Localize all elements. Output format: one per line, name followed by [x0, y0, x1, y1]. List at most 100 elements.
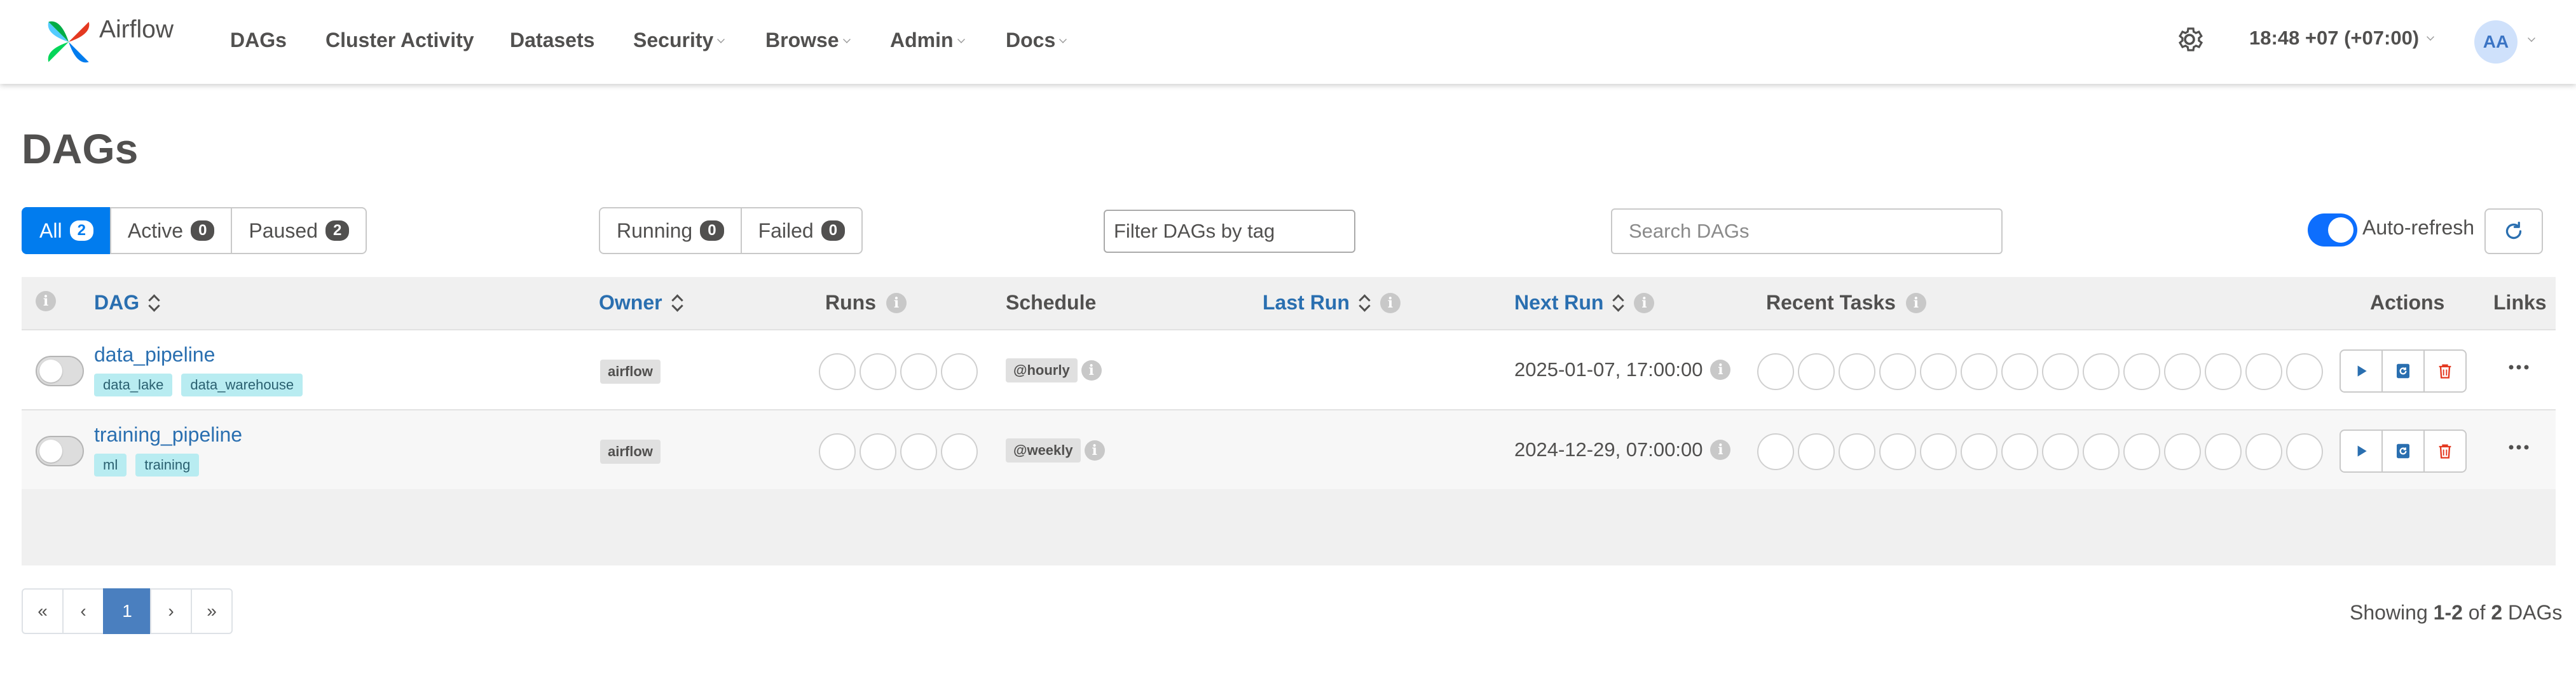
- dag-tag[interactable]: training: [135, 454, 200, 477]
- task-state-circle[interactable]: [2164, 433, 2201, 470]
- schedule-cell: @weekly i: [1006, 438, 1105, 463]
- info-icon[interactable]: i: [1634, 292, 1655, 313]
- links-menu-button[interactable]: [2506, 361, 2531, 377]
- task-state-circle[interactable]: [2245, 433, 2282, 470]
- search-input[interactable]: Search DAGs: [1611, 208, 2003, 254]
- dag-id-link[interactable]: data_pipeline: [94, 343, 215, 367]
- chevron-down-icon[interactable]: [2528, 34, 2535, 42]
- trigger-dag-button[interactable]: [2340, 349, 2383, 393]
- pause-toggle[interactable]: [36, 356, 84, 386]
- row-actions: [2340, 349, 2467, 393]
- task-state-circle[interactable]: [2164, 353, 2201, 390]
- task-state-circle[interactable]: [2083, 433, 2120, 470]
- task-state-circle[interactable]: [2042, 433, 2079, 470]
- nav-admin[interactable]: Admin: [890, 27, 965, 53]
- refresh-dag-button[interactable]: [2381, 349, 2425, 393]
- filter-running-button[interactable]: Running 0: [599, 207, 742, 254]
- column-dag[interactable]: DAG: [94, 291, 160, 314]
- task-state-circle[interactable]: [1920, 433, 1957, 470]
- current-page-button[interactable]: 1: [103, 588, 151, 634]
- schedule-badge[interactable]: @weekly: [1006, 438, 1081, 463]
- info-icon[interactable]: i: [36, 291, 56, 311]
- filter-active-button[interactable]: Active 0: [109, 207, 233, 254]
- dag-id-link[interactable]: training_pipeline: [94, 423, 242, 447]
- task-state-circle[interactable]: [1839, 433, 1875, 470]
- filter-failed-button[interactable]: Failed 0: [740, 207, 863, 254]
- prev-page-button[interactable]: ‹: [62, 588, 104, 634]
- task-state-circle[interactable]: [2001, 353, 2038, 390]
- run-state-circle[interactable]: [941, 433, 978, 470]
- task-state-circle[interactable]: [1757, 433, 1794, 470]
- info-icon[interactable]: i: [1380, 292, 1401, 313]
- pause-toggle[interactable]: [36, 436, 84, 466]
- task-state-circle[interactable]: [1879, 353, 1916, 390]
- task-state-circle[interactable]: [2042, 353, 2079, 390]
- refresh-dag-button[interactable]: [2381, 429, 2425, 473]
- task-state-circle[interactable]: [1961, 433, 1997, 470]
- run-state-circle[interactable]: [900, 353, 937, 390]
- task-state-circle[interactable]: [2205, 433, 2242, 470]
- sort-icon: [148, 292, 160, 314]
- task-state-circle[interactable]: [2123, 353, 2160, 390]
- brand-home-link[interactable]: Airflow: [41, 10, 174, 74]
- nav-dags[interactable]: DAGs: [230, 27, 287, 53]
- task-state-circle[interactable]: [1961, 353, 1997, 390]
- run-state-circle[interactable]: [900, 433, 937, 470]
- task-state-circle[interactable]: [2001, 433, 2038, 470]
- gear-icon[interactable]: [2174, 24, 2205, 55]
- column-runs-label: Runs: [825, 291, 876, 314]
- task-state-circle[interactable]: [1839, 353, 1875, 390]
- user-avatar[interactable]: AA: [2474, 20, 2518, 64]
- task-state-circle[interactable]: [1920, 353, 1957, 390]
- run-state-circle[interactable]: [941, 353, 978, 390]
- last-page-button[interactable]: »: [191, 588, 233, 634]
- nav-docs[interactable]: Docs: [1006, 27, 1067, 53]
- info-icon[interactable]: i: [1084, 440, 1105, 461]
- column-owner[interactable]: Owner: [599, 291, 683, 314]
- column-next-run[interactable]: Next Run i: [1514, 291, 1655, 314]
- run-state-circle[interactable]: [860, 353, 896, 390]
- nav-datasets[interactable]: Datasets: [510, 27, 594, 53]
- links-menu-button[interactable]: [2506, 441, 2531, 457]
- nav-security[interactable]: Security: [633, 27, 725, 53]
- delete-dag-button[interactable]: [2423, 349, 2467, 393]
- schedule-badge[interactable]: @hourly: [1006, 358, 1078, 382]
- dag-tag[interactable]: ml: [94, 454, 127, 477]
- timezone-clock[interactable]: 18:48 +07 (+07:00): [2249, 27, 2435, 50]
- task-state-circle[interactable]: [2123, 433, 2160, 470]
- task-state-circle[interactable]: [2083, 353, 2120, 390]
- filter-paused-button[interactable]: Paused 2: [231, 207, 367, 254]
- task-state-circle[interactable]: [1757, 353, 1794, 390]
- task-state-circle[interactable]: [2286, 353, 2323, 390]
- filter-all-button[interactable]: All 2: [22, 207, 111, 254]
- info-icon[interactable]: i: [1081, 360, 1102, 381]
- run-state-circle[interactable]: [819, 433, 856, 470]
- column-last-run[interactable]: Last Run i: [1263, 291, 1401, 314]
- run-state-circle[interactable]: [819, 353, 856, 390]
- auto-refresh-toggle[interactable]: [2308, 213, 2357, 247]
- search-placeholder: Search DAGs: [1629, 220, 1750, 242]
- task-state-circle[interactable]: [1798, 433, 1835, 470]
- first-page-button[interactable]: «: [22, 588, 64, 634]
- dag-tag[interactable]: data_warehouse: [181, 374, 303, 396]
- dag-tag[interactable]: data_lake: [94, 374, 173, 396]
- task-state-circle[interactable]: [1798, 353, 1835, 390]
- nav-cluster-activity[interactable]: Cluster Activity: [325, 27, 474, 53]
- owner-badge[interactable]: airflow: [600, 440, 661, 464]
- info-icon[interactable]: i: [1710, 360, 1731, 380]
- task-state-circle[interactable]: [2286, 433, 2323, 470]
- tag-filter-input[interactable]: Filter DAGs by tag: [1104, 210, 1355, 253]
- task-state-circle[interactable]: [2245, 353, 2282, 390]
- task-state-circle[interactable]: [2205, 353, 2242, 390]
- refresh-button[interactable]: [2484, 208, 2543, 254]
- task-state-circle[interactable]: [1879, 433, 1916, 470]
- run-state-circle[interactable]: [860, 433, 896, 470]
- delete-dag-button[interactable]: [2423, 429, 2467, 473]
- info-icon[interactable]: i: [1710, 440, 1731, 460]
- info-icon[interactable]: i: [1905, 292, 1926, 313]
- info-icon[interactable]: i: [886, 292, 907, 313]
- trigger-dag-button[interactable]: [2340, 429, 2383, 473]
- nav-browse[interactable]: Browse: [765, 27, 851, 53]
- next-page-button[interactable]: ›: [150, 588, 192, 634]
- owner-badge[interactable]: airflow: [600, 360, 661, 384]
